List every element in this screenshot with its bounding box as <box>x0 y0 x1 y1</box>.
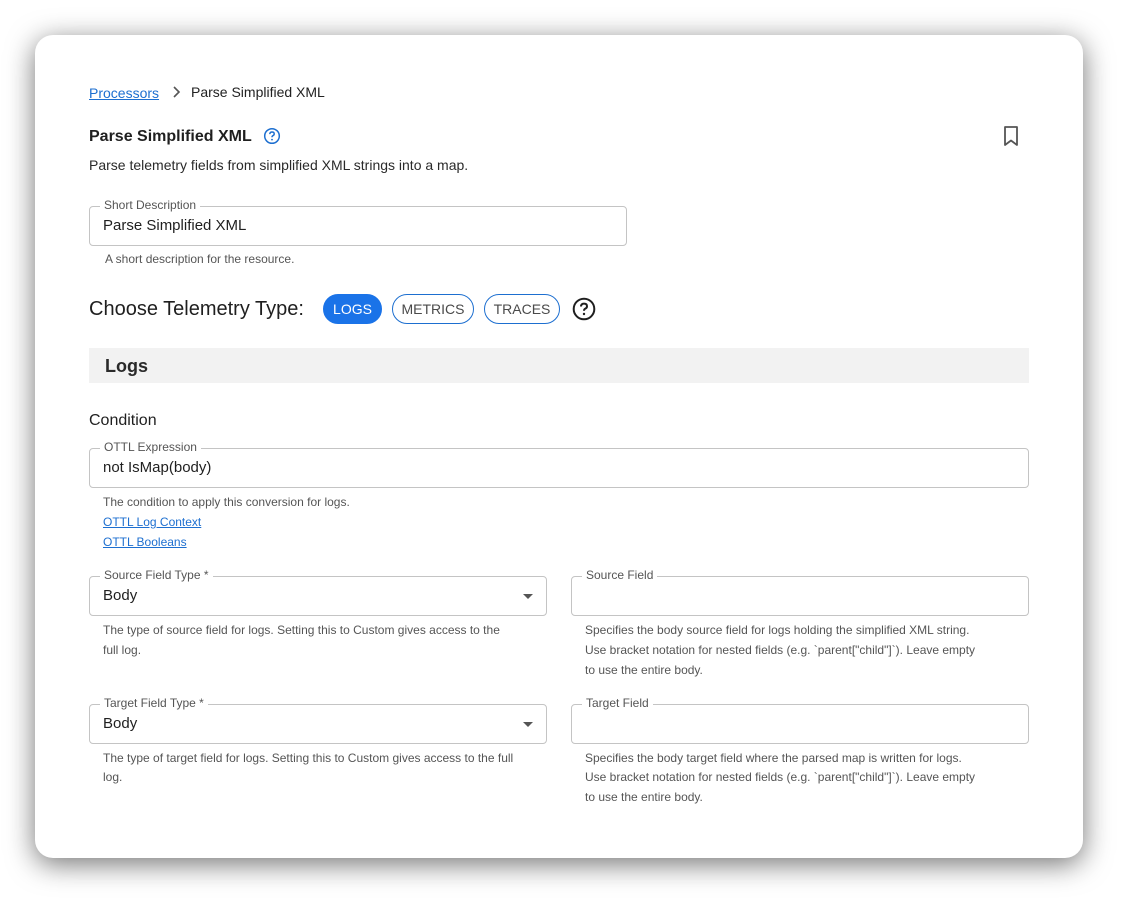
help-circle-icon[interactable] <box>572 297 596 321</box>
short-description-label: Short Description <box>100 198 201 212</box>
target-field-helper-1: Specifies the body target field where th… <box>585 751 962 765</box>
source-field-helper-3: to use the entire body. <box>585 663 703 677</box>
target-field-type-select[interactable]: Target Field Type * Body <box>89 696 547 744</box>
target-field-input[interactable]: Target Field <box>571 696 1029 744</box>
logs-section-title: Logs <box>105 356 148 376</box>
short-description-value: Parse Simplified XML <box>103 217 247 234</box>
page-title: Parse Simplified XML <box>89 128 252 145</box>
target-field-type-value: Body <box>103 715 138 732</box>
source-field-label: Source Field <box>582 568 658 582</box>
logs-section-header: Logs <box>89 348 1029 383</box>
processor-card: Processors Parse Simplified XML Parse Si… <box>35 35 1083 858</box>
ottl-booleans-link[interactable]: OTTL Booleans <box>103 534 187 550</box>
short-description-field[interactable]: Short Description Parse Simplified XML <box>89 198 627 246</box>
source-field-type-select[interactable]: Source Field Type * Body <box>89 568 547 616</box>
target-field-helper-3: to use the entire body. <box>585 790 703 804</box>
ottl-log-context-link[interactable]: OTTL Log Context <box>103 514 201 530</box>
target-field-type-label: Target Field Type * <box>100 696 208 710</box>
short-description-helper: A short description for the resource. <box>105 252 295 266</box>
source-field-input[interactable]: Source Field <box>571 568 1029 616</box>
chip-metrics[interactable]: METRICS <box>392 294 474 324</box>
condition-label: Condition <box>89 412 157 429</box>
bookmark-icon[interactable] <box>1001 125 1021 147</box>
dropdown-arrow-icon <box>523 722 533 727</box>
help-circle-icon[interactable] <box>263 127 281 145</box>
source-field-helper-1: Specifies the body source field for logs… <box>585 623 970 637</box>
chip-logs[interactable]: LOGS <box>323 294 382 324</box>
breadcrumb-current: Parse Simplified XML <box>191 84 325 100</box>
source-field-type-helper-1: The type of source field for logs. Setti… <box>103 623 500 637</box>
target-field-helper-2: Use bracket notation for nested fields (… <box>585 770 976 784</box>
target-field-type-helper-1: The type of target field for logs. Setti… <box>103 751 514 765</box>
ottl-expression-label: OTTL Expression <box>100 440 201 454</box>
source-field-type-helper-2: full log. <box>103 643 142 657</box>
breadcrumb-processors-link[interactable]: Processors <box>89 84 159 102</box>
source-field-type-label: Source Field Type * <box>100 568 213 582</box>
dropdown-arrow-icon <box>523 594 533 599</box>
ottl-expression-field[interactable]: OTTL Expression not IsMap(body) <box>89 440 1029 488</box>
source-field-type-value: Body <box>103 587 138 604</box>
telemetry-type-label: Choose Telemetry Type: <box>89 298 304 320</box>
ottl-expression-value: not IsMap(body) <box>103 459 212 476</box>
chevron-right-icon <box>173 86 181 98</box>
target-field-type-helper-2: log. <box>103 770 123 784</box>
ottl-expression-helper: The condition to apply this conversion f… <box>103 495 350 509</box>
target-field-label: Target Field <box>582 696 653 710</box>
page-description: Parse telemetry fields from simplified X… <box>89 157 469 173</box>
chip-traces[interactable]: TRACES <box>484 294 560 324</box>
source-field-helper-2: Use bracket notation for nested fields (… <box>585 643 976 657</box>
